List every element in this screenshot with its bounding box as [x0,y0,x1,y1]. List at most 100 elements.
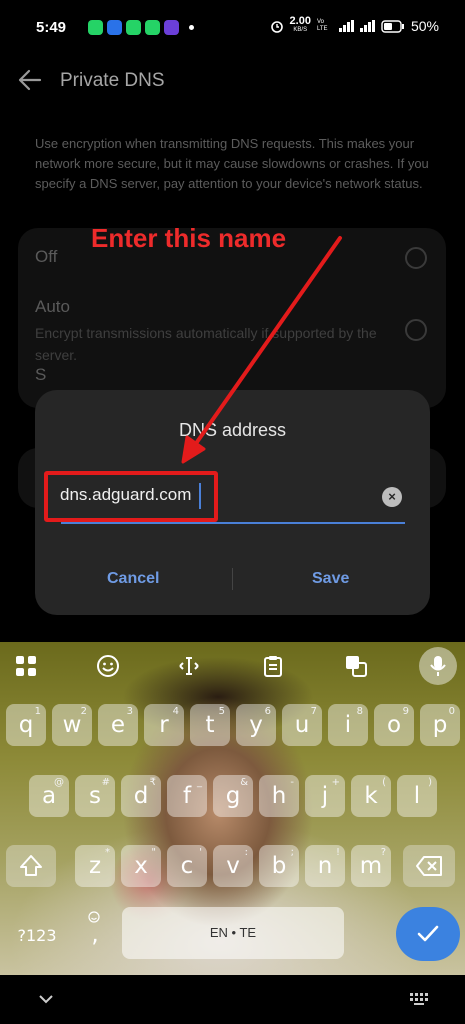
save-button[interactable]: Save [312,570,349,588]
key-label: h [271,783,287,809]
keyboard-switch-icon[interactable] [409,992,429,1006]
key-hint: 1 [34,706,41,717]
key-l[interactable]: ) l [397,775,437,817]
key-z[interactable]: * z [75,845,115,887]
key-label: e [110,712,126,738]
phonepe-icon [164,20,179,35]
description-text: Use encryption when transmitting DNS req… [35,136,429,191]
enter-button[interactable] [396,907,460,961]
key-b[interactable]: ; b [259,845,299,887]
key-label: l [413,783,421,809]
emoji-hint-icon [88,911,100,923]
key-hint: 7 [310,706,317,717]
key-label: r [159,712,169,738]
option-auto-description: Encrypt transmissions automatically if s… [35,325,377,363]
option-specify-label[interactable]: S [35,365,46,385]
microphone-icon [430,656,446,676]
emoji-icon[interactable] [96,654,120,678]
option-off-label[interactable]: Off [35,247,57,267]
annotation-text: Enter this name [91,223,287,253]
key-label: m [359,853,383,879]
backspace-key[interactable] [403,845,455,887]
space-bar[interactable]: EN • TE [122,907,344,959]
key-label: z [88,853,102,879]
key-k[interactable]: (k [351,775,391,817]
key-g[interactable]: & g [213,775,253,817]
back-arrow-icon[interactable] [16,66,44,94]
key-w[interactable]: 2w [52,704,92,746]
key-label: o [386,712,402,738]
radio-off[interactable] [405,247,427,269]
key-hint: _ [197,777,202,788]
key-label: f [182,783,192,809]
shift-icon [20,855,42,876]
key-r[interactable]: 4r [144,704,184,746]
clipboard-icon[interactable] [261,654,285,678]
key-h[interactable]: -h [259,775,299,817]
key-o[interactable]: 9o [374,704,414,746]
app-bar: Private DNS [0,52,465,108]
navigation-bar [0,975,465,1024]
key-hint: 6 [264,706,271,717]
key-t[interactable]: 5t [190,704,230,746]
key-label: t [205,712,215,738]
net-speed: 2.00 KB/S [289,15,311,34]
dns-options-card [18,228,446,408]
signal-icon [359,20,375,32]
key-e[interactable]: 3e [98,704,138,746]
whatsapp-icon [145,20,160,35]
key-hint: ₹ [149,777,156,788]
key-label: v [226,853,240,879]
notification-icons [88,20,194,35]
radio-auto[interactable] [405,319,427,341]
key-hint: 0 [448,706,455,717]
signal-icon [338,20,354,32]
key-i[interactable]: 8i [328,704,368,746]
key-s[interactable]: # s [75,775,115,817]
key-label: d [133,783,149,809]
key-hint: ) [428,777,432,788]
keyboard: 1q2w3e4r5t6y7u8i9o0p @ a # s ₹ d _ f & g - h + j(k) l … [0,642,465,975]
key-q[interactable]: 1q [6,704,46,746]
cursor-control-icon[interactable] [177,654,201,678]
key-n[interactable]: ! n [305,845,345,887]
shift-key[interactable] [6,845,56,887]
apps-grid-icon[interactable] [14,654,38,678]
comma-key[interactable]: , [70,907,120,959]
battery-percent: 50% [410,18,439,34]
more-notifications-dot [189,25,194,30]
translate-icon[interactable] [344,654,368,678]
key-hint: ( [382,777,386,788]
key-hint: 3 [126,706,133,717]
key-d[interactable]: ₹ d [121,775,161,817]
key-u[interactable]: 7u [282,704,322,746]
key-f[interactable]: _ f [167,775,207,817]
key-y[interactable]: 6y [236,704,276,746]
key-x[interactable]: " x [121,845,161,887]
key-hint: # [101,777,110,788]
key-hint: 2 [80,706,87,717]
voice-input-button[interactable] [419,647,457,685]
cancel-button[interactable]: Cancel [107,570,159,588]
key-a[interactable]: @ a [29,775,69,817]
key-label: i [344,712,352,738]
key-label: n [317,853,333,879]
key-hint: 5 [218,706,225,717]
whatsapp-icon [126,20,141,35]
hide-keyboard-icon[interactable] [38,994,54,1004]
battery-icon [381,19,404,33]
key-label: j [321,783,329,809]
key-v[interactable]: :v [213,845,253,887]
key-label: k [364,783,378,809]
key-c[interactable]: ' c [167,845,207,887]
clear-icon[interactable]: × [382,487,402,507]
key-p[interactable]: 0p [420,704,460,746]
checkmark-icon [417,925,439,942]
status-time: 5:49 [36,19,67,36]
symbols-key[interactable]: ?123 [6,912,68,960]
option-auto-label[interactable]: Auto [35,297,70,317]
alarm-icon [270,21,283,33]
key-hint: @ [54,777,64,788]
key-m[interactable]: ? m [351,845,391,887]
key-j[interactable]: + j [305,775,345,817]
